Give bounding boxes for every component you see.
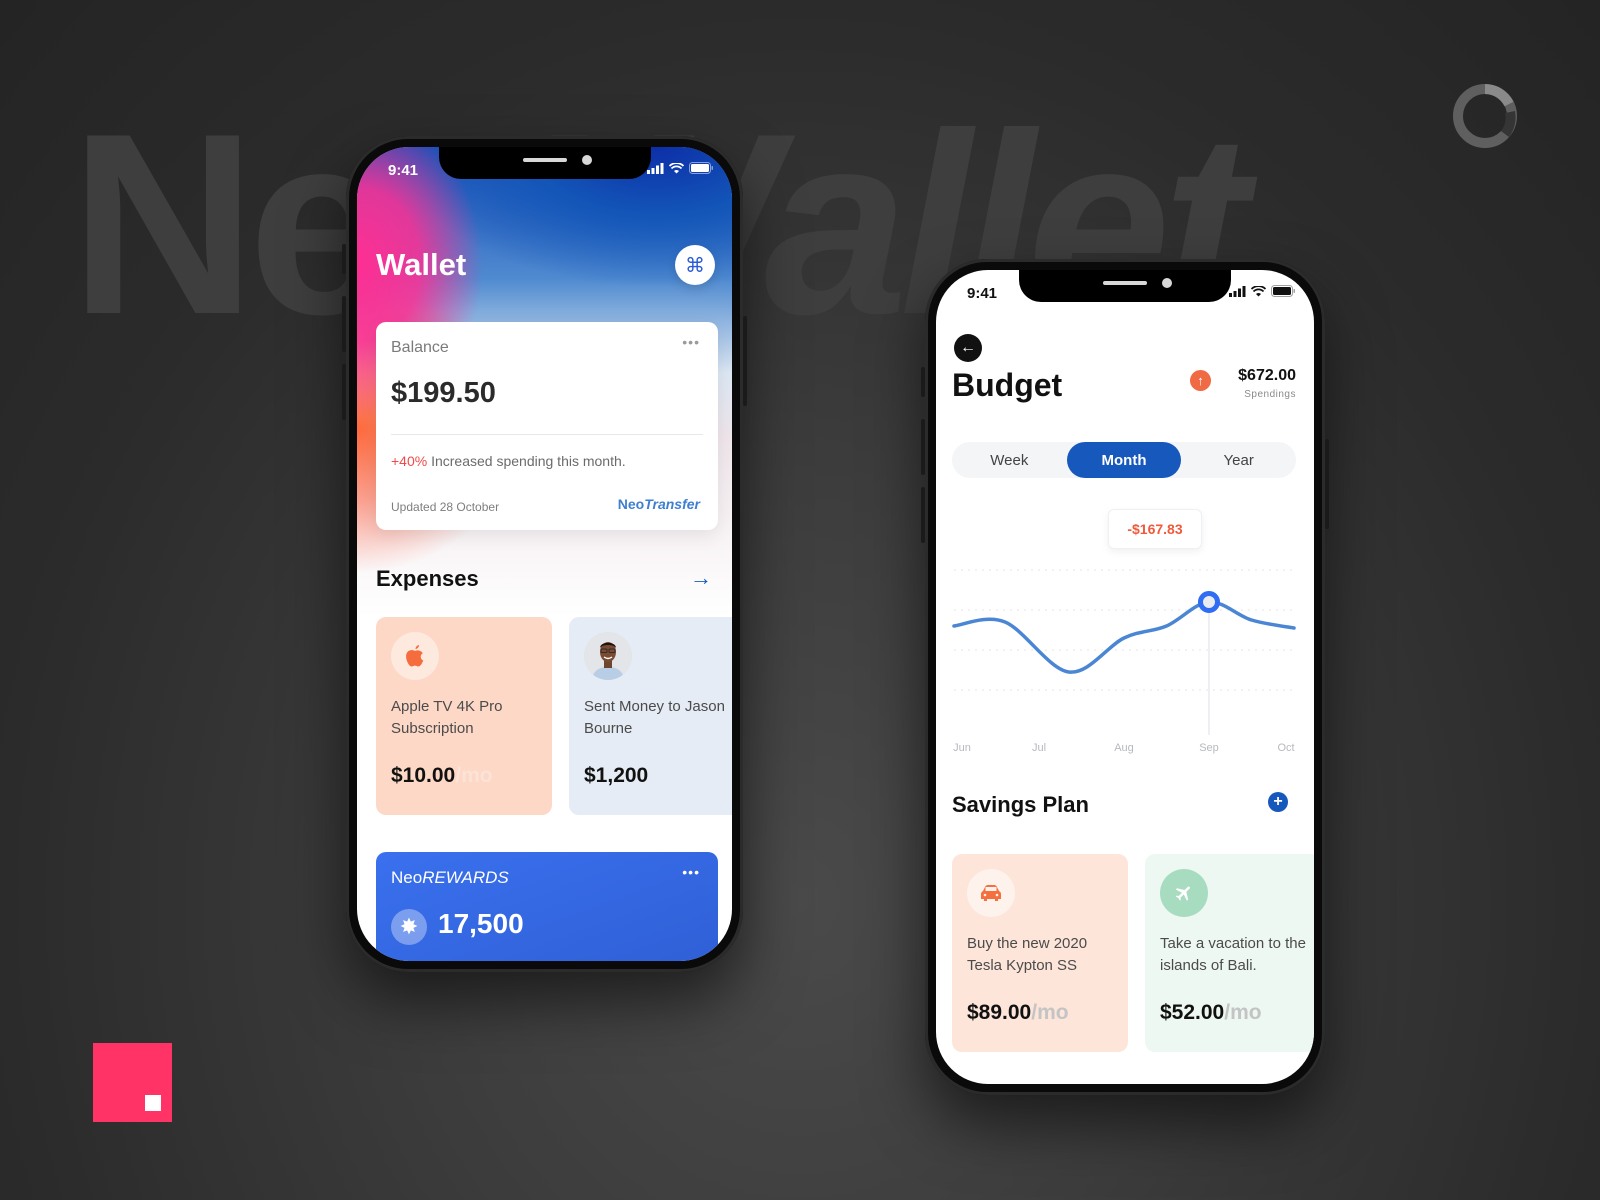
series-line xyxy=(952,600,1296,674)
spendings-amount: $672.00 xyxy=(1238,367,1296,384)
amount-value: $10.00 xyxy=(391,764,456,787)
savings-card[interactable]: Take a vacation to the islands of Bali. … xyxy=(1145,854,1314,1052)
expense-amount: $1,200 xyxy=(584,764,648,788)
tab-year[interactable]: Year xyxy=(1181,442,1296,478)
amount-value: $89.00 xyxy=(967,1001,1032,1024)
balance-label: Balance xyxy=(391,339,449,356)
arrow-up-icon: ↑ xyxy=(1190,370,1211,391)
command-icon: ⌘ xyxy=(685,254,705,277)
notch xyxy=(438,147,651,179)
change-text: Increased spending this month. xyxy=(427,453,626,469)
balance-amount: $199.50 xyxy=(391,377,496,409)
brand-logo xyxy=(93,1043,172,1122)
savings-amount: $89.00/mo xyxy=(967,1001,1069,1025)
x-tick-label: Sep xyxy=(1199,742,1219,754)
rewards-card[interactable]: NeoREWARDS ••• ✸ 17,500 xyxy=(376,852,718,961)
x-tick-label: Oct xyxy=(1277,742,1294,754)
more-options-icon[interactable]: ••• xyxy=(682,864,700,880)
divider xyxy=(391,434,703,435)
signal-icon xyxy=(1229,285,1246,297)
expense-card[interactable]: Apple TV 4K Pro Subscription $10.00/mo xyxy=(376,617,552,815)
status-time: 9:41 xyxy=(388,162,419,179)
chart-tooltip: -$167.83 xyxy=(1108,509,1202,549)
battery-icon xyxy=(1271,285,1295,297)
rewards-title: NeoREWARDS xyxy=(391,868,509,888)
expense-card[interactable]: Sent Money to Jason Bourne $1,200 xyxy=(569,617,732,815)
add-savings-button[interactable]: + xyxy=(1268,792,1288,812)
arrow-left-icon: ← xyxy=(960,339,976,356)
wallet-phone: 9:41 Wallet ⌘ Balance ••• $199.50 +40% I… xyxy=(342,136,747,972)
signal-icon xyxy=(647,162,664,174)
wifi-icon xyxy=(1251,285,1266,296)
star-badge-icon: ✸ xyxy=(391,909,427,945)
amount-period: /mo xyxy=(455,764,493,787)
wifi-icon xyxy=(669,162,684,173)
period-selector: Week Month Year xyxy=(952,442,1296,478)
airplane-icon xyxy=(1160,869,1208,917)
notch xyxy=(1019,270,1231,302)
apple-icon xyxy=(391,632,439,680)
savings-plan-title: Savings Plan xyxy=(952,792,1089,817)
tab-week[interactable]: Week xyxy=(952,442,1067,478)
loading-ring-icon xyxy=(1453,84,1517,148)
spending-change: +40% Increased spending this month. xyxy=(391,453,626,469)
savings-desc: Buy the new 2020 Tesla Kypton SS xyxy=(967,935,1088,974)
x-tick-label: Jun xyxy=(953,742,971,754)
car-icon xyxy=(967,869,1015,917)
highlight-point xyxy=(1198,591,1220,613)
tab-month[interactable]: Month xyxy=(1066,442,1182,478)
back-button[interactable]: ← xyxy=(954,334,982,362)
transfer-prefix: Neo xyxy=(617,496,645,512)
neotransfer-link[interactable]: NeoTransfer xyxy=(618,496,700,512)
amount-value: $1,200 xyxy=(584,764,649,787)
amount-period: /mo xyxy=(1031,1001,1069,1024)
x-tick-label: Aug xyxy=(1114,742,1134,754)
balance-card[interactable]: Balance ••• $199.50 +40% Increased spend… xyxy=(376,322,718,530)
rewards-points: 17,500 xyxy=(438,908,524,939)
amount-period: /mo xyxy=(1224,1001,1262,1024)
page-title: Wallet xyxy=(376,247,467,282)
expense-desc: Sent Money to Jason Bourne xyxy=(584,698,725,737)
arrow-right-icon[interactable]: → xyxy=(690,565,712,591)
expense-desc: Apple TV 4K Pro Subscription xyxy=(391,698,503,737)
savings-card[interactable]: Buy the new 2020 Tesla Kypton SS $89.00/… xyxy=(952,854,1128,1052)
wallet-screen: 9:41 Wallet ⌘ Balance ••• $199.50 +40% I… xyxy=(357,147,732,961)
command-button[interactable]: ⌘ xyxy=(675,245,715,285)
transfer-suffix: Transfer xyxy=(644,496,700,512)
expenses-title: Expenses xyxy=(376,566,479,591)
savings-desc: Take a vacation to the islands of Bali. xyxy=(1160,935,1306,974)
amount-value: $52.00 xyxy=(1160,1001,1225,1024)
expense-amount: $10.00/mo xyxy=(391,764,493,788)
budget-phone: 9:41 ← Budget ↑ $672.00 Spendings Week M… xyxy=(921,259,1329,1095)
x-tick-label: Jul xyxy=(1032,742,1046,754)
status-time: 9:41 xyxy=(967,285,998,302)
savings-amount: $52.00/mo xyxy=(1160,1001,1262,1025)
spendings-label: Spendings xyxy=(1244,389,1296,400)
updated-date: Updated 28 October xyxy=(391,500,500,514)
change-percent: +40% xyxy=(391,453,428,469)
avatar xyxy=(584,632,632,680)
rewards-prefix: Neo xyxy=(391,868,423,887)
battery-icon xyxy=(689,162,713,174)
page-title: Budget xyxy=(952,367,1063,403)
rewards-suffix: REWARDS xyxy=(422,868,509,887)
budget-screen: 9:41 ← Budget ↑ $672.00 Spendings Week M… xyxy=(936,270,1314,1084)
more-options-icon[interactable]: ••• xyxy=(682,334,700,350)
